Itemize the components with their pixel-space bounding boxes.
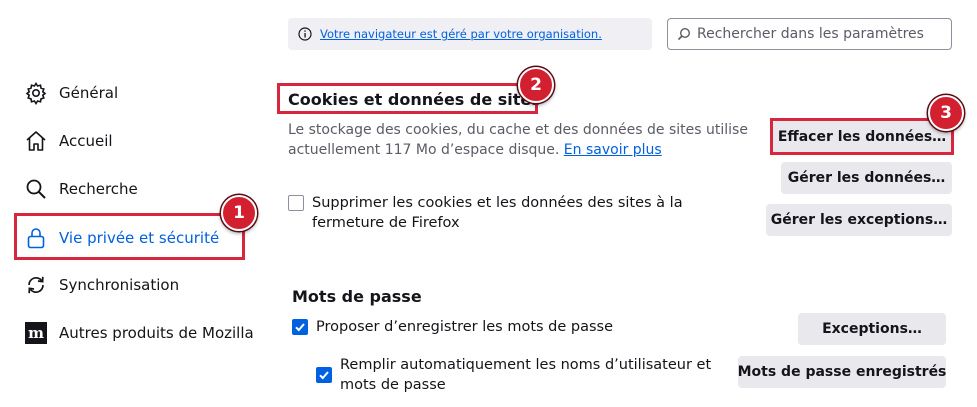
delete-on-close-checkbox[interactable] — [288, 195, 304, 211]
delete-on-close-row: Supprimer les cookies et les données des… — [288, 193, 748, 233]
sidebar-item-label: Accueil — [59, 132, 113, 150]
info-icon — [298, 27, 312, 41]
checkmark-icon — [295, 323, 305, 332]
saved-passwords-button[interactable]: Mots de passe enregistrés — [738, 356, 946, 388]
sidebar-item-label: Général — [59, 84, 119, 102]
offer-save-checkbox[interactable] — [292, 319, 308, 335]
autofill-row: Remplir automatiquement les noms d’utili… — [316, 355, 744, 395]
cookies-description: Le stockage des cookies, du cache et des… — [288, 120, 748, 160]
managed-notice: Votre navigateur est géré par votre orga… — [288, 18, 652, 50]
passwords-heading: Mots de passe — [292, 287, 422, 306]
sidebar-item-mozilla[interactable]: m Autres produits de Mozilla — [24, 313, 254, 353]
mozilla-icon: m — [24, 321, 48, 345]
password-exceptions-button[interactable]: Exceptions… — [798, 313, 946, 345]
annotation-marker-3: 3 — [928, 95, 964, 131]
sidebar-item-search[interactable]: Recherche — [24, 169, 138, 209]
offer-save-label[interactable]: Proposer d’enregistrer les mots de passe — [316, 317, 613, 337]
home-icon — [24, 129, 48, 153]
sidebar-item-label: Synchronisation — [59, 276, 180, 294]
gear-icon — [24, 81, 48, 105]
learn-more-link[interactable]: En savoir plus — [564, 142, 662, 158]
autofill-label[interactable]: Remplir automatiquement les noms d’utili… — [340, 355, 744, 395]
sidebar-item-general[interactable]: Général — [24, 73, 118, 113]
offer-save-row: Proposer d’enregistrer les mots de passe — [292, 317, 752, 337]
managed-notice-link[interactable]: Votre navigateur est géré par votre orga… — [320, 27, 602, 41]
search-icon — [677, 27, 691, 41]
sidebar-item-label: Autres produits de Mozilla — [59, 324, 254, 342]
sidebar-item-home[interactable]: Accueil — [24, 121, 113, 161]
cookies-description-text: Le stockage des cookies, du cache et des… — [288, 122, 748, 158]
search-icon — [24, 177, 48, 201]
manage-data-button[interactable]: Gérer les données… — [781, 162, 952, 194]
sidebar-item-sync[interactable]: Synchronisation — [24, 265, 179, 305]
highlight-box-cookies-heading — [277, 83, 538, 114]
manage-exceptions-button[interactable]: Gérer les exceptions… — [766, 204, 952, 236]
annotation-marker-1: 1 — [221, 195, 257, 231]
search-input[interactable]: Rechercher dans les paramètres — [667, 18, 952, 50]
search-placeholder: Rechercher dans les paramètres — [697, 26, 924, 42]
svg-text:m: m — [28, 324, 44, 342]
sync-icon — [24, 273, 48, 297]
delete-on-close-label[interactable]: Supprimer les cookies et les données des… — [312, 193, 748, 233]
highlight-box-clear-data — [770, 118, 954, 155]
highlight-box-privacy — [14, 213, 245, 260]
checkmark-icon — [319, 371, 329, 380]
sidebar-item-label: Recherche — [59, 180, 138, 198]
annotation-marker-2: 2 — [518, 67, 554, 103]
autofill-checkbox[interactable] — [316, 367, 332, 383]
